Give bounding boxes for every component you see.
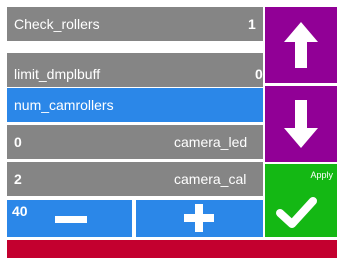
status-bar [7,240,337,258]
list-row-check-rollers[interactable]: Check_rollers 1 [7,7,263,41]
row-label: 0 [14,134,22,150]
stepper-value: 40 [12,203,28,219]
increment-button[interactable] [136,200,263,237]
arrow-up-icon [284,22,318,68]
row-extra: camera_cal [174,171,247,187]
list-row-limit-dmplbuff[interactable]: limit_dmplbuff 0 [7,53,263,87]
row-value: 1 [248,16,256,32]
move-up-button[interactable] [265,7,337,83]
list-row-num-camrollers[interactable]: num_camrollers [7,88,263,122]
row-label: num_camrollers [14,97,114,113]
row-value: 0 [255,66,263,82]
decrement-button[interactable]: 40 [7,200,132,237]
row-label: limit_dmplbuff [14,66,101,82]
row-label: 2 [14,171,22,187]
apply-button[interactable]: Apply [265,164,337,237]
row-label: Check_rollers [14,16,100,32]
checkmark-icon [276,197,317,228]
list-row-camera-cal[interactable]: 2 camera_cal [7,162,263,196]
row-extra: camera_led [174,134,248,150]
arrow-down-icon [284,100,318,148]
plus-icon [184,204,214,232]
value-stepper: 40 [7,200,263,237]
screen: Check_rollers 1 limit_dmplbuff 0 num_cam… [0,0,340,258]
list-row-camera-led[interactable]: 0 camera_led [7,125,263,159]
move-down-button[interactable] [265,86,337,162]
